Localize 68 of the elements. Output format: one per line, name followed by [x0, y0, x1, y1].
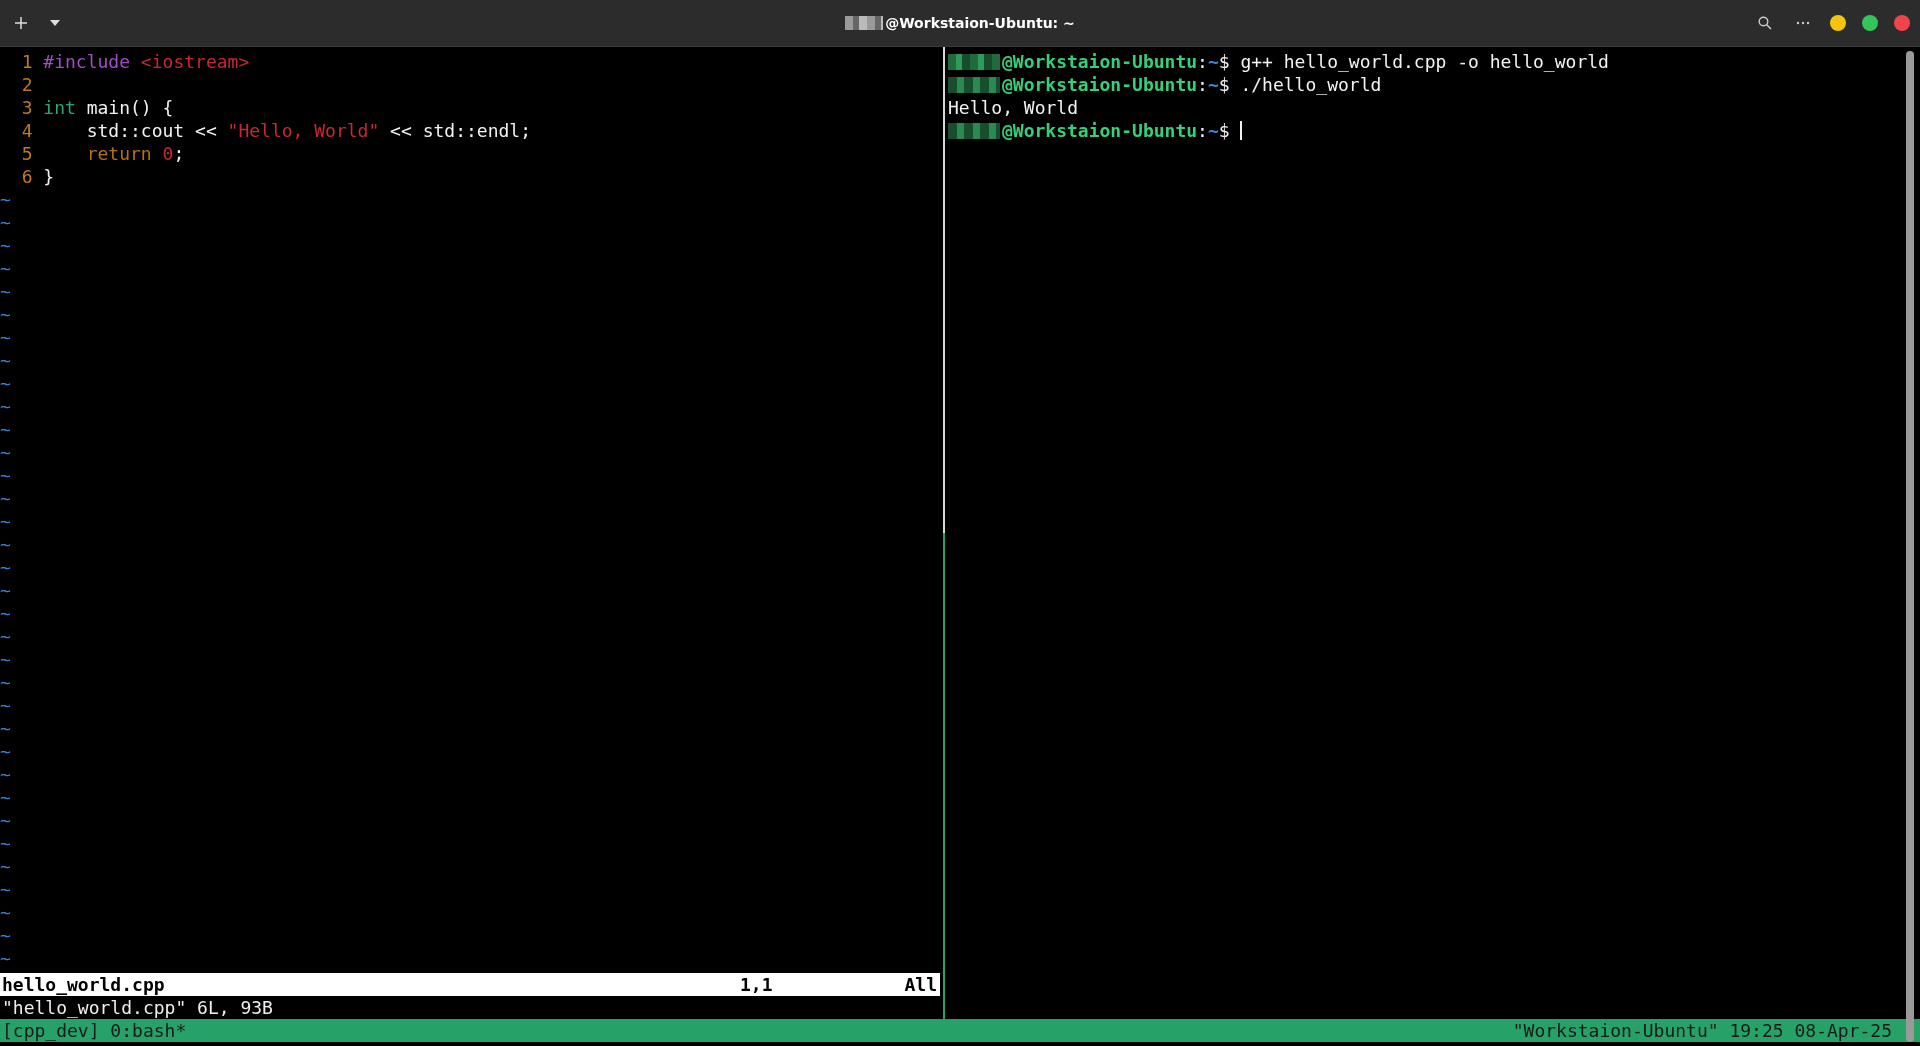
empty-line-marker: ~: [0, 533, 11, 556]
empty-line-marker: ~: [0, 924, 11, 947]
prompt-line: @Workstaion-Ubuntu:~$: [1002, 119, 1231, 142]
line-number: 2: [20, 73, 33, 96]
empty-line-marker: ~: [0, 349, 11, 372]
empty-line-marker: ~: [0, 878, 11, 901]
empty-line-marker: ~: [0, 901, 11, 924]
empty-line-marker: ~: [0, 280, 11, 303]
line-number: 6: [20, 165, 33, 188]
empty-line-marker: ~: [0, 602, 11, 625]
empty-line-marker: ~: [0, 855, 11, 878]
scrollbar[interactable]: [1906, 51, 1914, 1042]
prompt-line: @Workstaion-Ubuntu:~$ g++ hello_world.cpp -o hello_world: [1002, 50, 1609, 73]
empty-line-marker: ~: [0, 763, 11, 786]
empty-line-marker: ~: [0, 786, 11, 809]
empty-line-marker: ~: [0, 418, 11, 441]
minimize-button[interactable]: [1830, 15, 1846, 31]
redacted-block: [948, 53, 1000, 70]
session-label: [cpp_dev] 0:bash*: [2, 1019, 187, 1042]
line-number: 5: [20, 142, 33, 165]
line-number: 4: [20, 119, 33, 142]
ellipsis-icon: [1796, 21, 1810, 25]
empty-line-marker: ~: [0, 648, 11, 671]
caret-icon: [50, 20, 60, 26]
empty-line-marker: ~: [0, 809, 11, 832]
empty-line-marker: ~: [0, 947, 11, 970]
empty-line-marker: ~: [0, 671, 11, 694]
empty-line-marker: ~: [0, 211, 11, 234]
empty-line-marker: ~: [0, 372, 11, 395]
maximize-button[interactable]: [1862, 15, 1878, 31]
plus-icon: [14, 16, 28, 30]
empty-line-marker: ~: [0, 257, 11, 280]
empty-line-marker: ~: [0, 832, 11, 855]
empty-line-marker: ~: [0, 464, 11, 487]
empty-line-marker: ~: [0, 487, 11, 510]
code-line: }: [43, 165, 55, 188]
empty-line-marker: ~: [0, 556, 11, 579]
output-line: Hello, World: [948, 96, 1079, 119]
code-line: std::cout << "Hello, World" << std::endl;: [85, 119, 531, 142]
empty-line-marker: ~: [0, 694, 11, 717]
line-number: 3: [20, 96, 33, 119]
host-time-label: "Workstaion-Ubuntu" 19:25 08-Apr-25: [1512, 1019, 1892, 1042]
line-number: 1: [20, 50, 33, 73]
empty-line-marker: ~: [0, 717, 11, 740]
close-button[interactable]: [1894, 15, 1910, 31]
file-name: hello_world.cpp: [2, 973, 166, 996]
scroll-position: All: [903, 973, 938, 996]
redacted-block: [948, 76, 1000, 93]
empty-line-marker: ~: [0, 234, 11, 257]
search-icon: [1758, 16, 1772, 30]
code-line: return 0;: [85, 142, 185, 165]
empty-line-marker: ~: [0, 740, 11, 763]
cursor-position: 1,1: [740, 973, 774, 996]
status-message: "hello_world.cpp" 6L, 93B: [2, 996, 273, 1019]
empty-line-marker: ~: [0, 326, 11, 349]
window-title: @Workstaion-Ubuntu: ~: [885, 15, 1075, 31]
code-line: #include <iostream>: [43, 50, 250, 73]
prompt-line: @Workstaion-Ubuntu:~$ ./hello_world: [1002, 73, 1382, 96]
empty-line-marker: ~: [0, 395, 11, 418]
empty-line-marker: ~: [0, 441, 11, 464]
empty-line-marker: ~: [0, 625, 11, 648]
code-line: int main() {: [43, 96, 174, 119]
redacted-block: [948, 122, 1000, 139]
empty-line-marker: ~: [0, 188, 11, 211]
redacted-block: [845, 16, 884, 30]
empty-line-marker: ~: [0, 579, 11, 602]
empty-line-marker: ~: [0, 510, 11, 533]
empty-line-marker: ~: [0, 303, 11, 326]
